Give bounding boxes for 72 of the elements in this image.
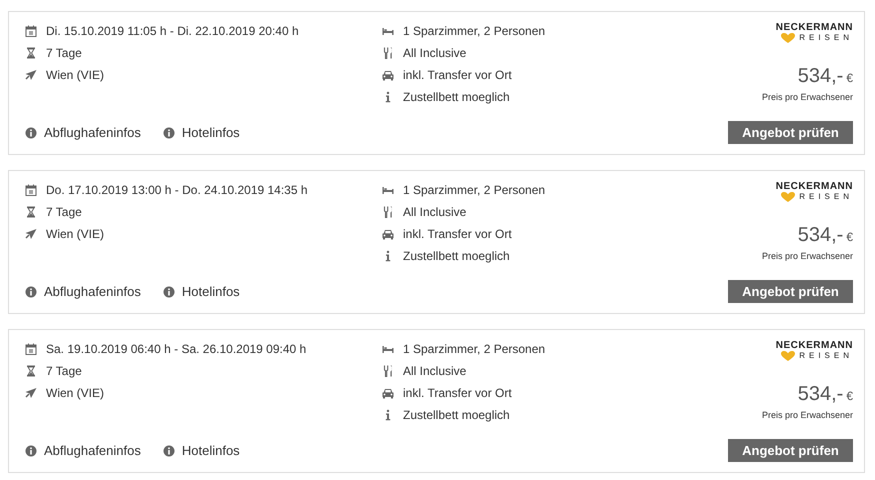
operator-logo-subtext: REISEN: [799, 351, 853, 361]
departure-airport: Wien (VIE): [46, 385, 104, 402]
info-link[interactable]: Hotelinfos: [162, 441, 240, 461]
info-link[interactable]: Abflughafeninfos: [25, 441, 141, 461]
bed-icon: [382, 25, 394, 37]
bed-icon: [382, 343, 394, 355]
room-info: 1 Sparzimmer, 2 Personen: [403, 23, 546, 40]
plane-icon: [25, 69, 37, 81]
currency: €: [846, 71, 853, 85]
board-info: All Inclusive: [403, 204, 466, 221]
car-icon: [382, 69, 394, 81]
price: 534,-: [798, 65, 844, 87]
car-icon: [382, 228, 394, 240]
car-icon: [382, 387, 394, 399]
plane-icon: [25, 228, 37, 240]
board-info: All Inclusive: [403, 45, 466, 62]
plane-icon: [25, 387, 37, 399]
transfer-info: inkl. Transfer vor Ort: [403, 226, 512, 243]
offer-button[interactable]: Angebot prüfen: [728, 280, 853, 303]
price: 534,-: [798, 383, 844, 405]
operator-logo-text: NECKERMANN: [776, 181, 853, 192]
info-link[interactable]: Abflughafeninfos: [25, 123, 141, 143]
extra-info: Zustellbett moeglich: [403, 89, 510, 106]
travel-dates: Do. 17.10.2019 13:00 h - Do. 24.10.2019 14:35 h: [46, 182, 308, 199]
currency: €: [846, 230, 853, 244]
info-icon: [25, 286, 37, 298]
heart-icon: [781, 33, 796, 43]
cutlery-icon: [382, 47, 394, 59]
offer-button[interactable]: Angebot prüfen: [728, 439, 853, 462]
board-info: All Inclusive: [403, 363, 466, 380]
info-link[interactable]: Abflughafeninfos: [25, 282, 141, 302]
currency: €: [846, 389, 853, 403]
room-info: 1 Sparzimmer, 2 Personen: [403, 182, 546, 199]
operator-logo-subtext: REISEN: [799, 192, 853, 202]
info-icon: [162, 445, 175, 457]
info-link[interactable]: Hotelinfos: [162, 282, 240, 302]
price: 534,-: [798, 224, 844, 246]
operator-logo-subtext: REISEN: [799, 33, 853, 43]
room-info: 1 Sparzimmer, 2 Personen: [403, 341, 546, 358]
calendar-icon: [25, 184, 37, 196]
operator-logo-text: NECKERMANN: [776, 22, 853, 33]
extra-info: Zustellbett moeglich: [403, 407, 510, 424]
info-icon: [162, 127, 175, 139]
info-icon: [25, 127, 37, 139]
info-icon: [162, 286, 175, 298]
transfer-info: inkl. Transfer vor Ort: [403, 67, 512, 84]
hourglass-icon: [25, 365, 37, 377]
duration: 7 Tage: [46, 45, 82, 62]
duration: 7 Tage: [46, 204, 82, 221]
info-link[interactable]: Hotelinfos: [162, 123, 240, 143]
departure-airport: Wien (VIE): [46, 67, 104, 84]
price-note: Preis pro Erwachsener: [762, 91, 853, 104]
offer-button[interactable]: Angebot prüfen: [728, 121, 853, 144]
extra-info: Zustellbett moeglich: [403, 248, 510, 265]
bed-icon: [382, 184, 394, 196]
calendar-icon: [25, 25, 37, 37]
transfer-info: inkl. Transfer vor Ort: [403, 385, 512, 402]
cutlery-icon: [382, 206, 394, 218]
duration: 7 Tage: [46, 363, 82, 380]
cutlery-icon: [382, 365, 394, 377]
travel-dates: Di. 15.10.2019 11:05 h - Di. 22.10.2019 20:40 h: [46, 23, 299, 40]
info-icon: [25, 445, 37, 457]
departure-airport: Wien (VIE): [46, 226, 104, 243]
price-note: Preis pro Erwachsener: [762, 250, 853, 263]
price-note: Preis pro Erwachsener: [762, 409, 853, 422]
heart-icon: [781, 351, 796, 361]
operator-logo-text: NECKERMANN: [776, 340, 853, 351]
heart-icon: [781, 192, 796, 202]
hourglass-icon: [25, 206, 37, 218]
calendar-icon: [25, 343, 37, 355]
hourglass-icon: [25, 47, 37, 59]
travel-dates: Sa. 19.10.2019 06:40 h - Sa. 26.10.2019 09:40 h: [46, 341, 306, 358]
